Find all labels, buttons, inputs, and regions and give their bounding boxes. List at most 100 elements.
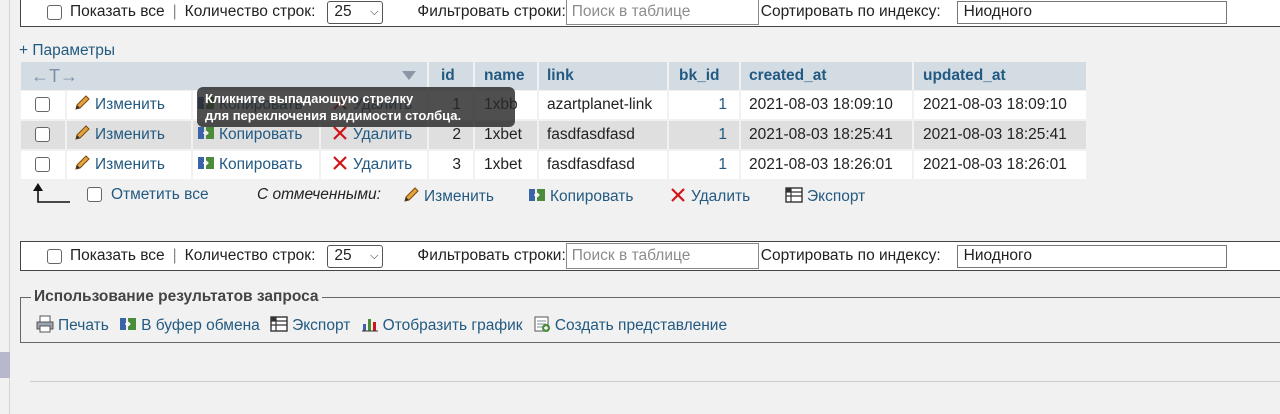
with-selected-label: С отмеченными:	[257, 186, 381, 203]
display-chart-button[interactable]: Отобразить график	[361, 317, 527, 334]
rows-count-select[interactable]: 25 ⌵	[327, 244, 384, 268]
cell-name: 1xbet	[475, 151, 537, 179]
separator: |	[172, 3, 177, 20]
row-checkbox[interactable]	[35, 97, 50, 112]
query-results-operations: Использование результатов запроса Печать…	[20, 288, 1280, 343]
rows-count-label: Количество строк:	[184, 3, 316, 20]
copy-label: Копировать	[219, 126, 303, 143]
pencil-icon	[75, 125, 90, 140]
pencil-icon	[75, 155, 90, 170]
cell-created-at: 2021-08-03 18:09:10	[741, 91, 912, 119]
delete-x-icon	[333, 156, 347, 170]
edit-row-button[interactable]: Изменить	[67, 91, 191, 119]
left-panel-resize-handle[interactable]	[0, 352, 10, 378]
column-header-name[interactable]: name	[475, 62, 537, 90]
bottom-navigation-bar: Показать все | Количество строк: 25 ⌵ Фи…	[20, 241, 1280, 271]
copy-row-button[interactable]: Копировать	[193, 151, 319, 179]
cell-updated-at: 2021-08-03 18:09:10	[914, 91, 1086, 119]
rows-count-select[interactable]: 25 ⌵	[327, 0, 384, 24]
bulk-edit-label: Изменить	[424, 188, 494, 205]
cell-link: fasdfasdfasd	[539, 121, 667, 149]
bulk-delete-button[interactable]: Удалить	[669, 186, 750, 206]
clipboard-label: В буфер обмена	[141, 317, 260, 334]
rows-count-value: 25	[334, 3, 352, 20]
sort-by-index-select[interactable]: Ниодного	[956, 244, 1227, 268]
edit-label: Изменить	[95, 96, 165, 113]
bulk-actions-bar: Отметить все С отмеченными: Изменить Коп…	[20, 182, 920, 208]
cell-updated-at: 2021-08-03 18:26:01	[914, 151, 1086, 179]
copy-icon	[529, 189, 545, 201]
filter-search-input[interactable]: Поиск в таблице	[565, 0, 759, 25]
cell-link: fasdfasdfasd	[539, 151, 667, 179]
cell-created-at: 2021-08-03 18:26:01	[741, 151, 912, 179]
show-all-checkbox[interactable]	[47, 248, 62, 264]
parameters-toggle-link[interactable]: + Параметры	[19, 42, 115, 60]
top-navigation-bar: Показать все | Количество строк: 25 ⌵ Фи…	[20, 0, 1280, 27]
bulk-edit-button[interactable]: Изменить	[402, 186, 494, 206]
tooltip-line-2: для переключения видимости столбца.	[205, 108, 462, 123]
arrow-up-corner-icon	[33, 183, 70, 203]
sort-by-index-label: Сортировать по индексу:	[760, 247, 941, 264]
query-results-actions: Печать В буфер обмена Экспорт Отобразить…	[36, 315, 733, 335]
rows-count-value: 25	[334, 247, 352, 264]
cell-bk-id[interactable]: 1	[669, 121, 739, 149]
edit-label: Изменить	[95, 126, 165, 143]
column-visibility-dropdown-icon[interactable]	[402, 71, 416, 81]
show-all-label: Показать все	[70, 3, 165, 20]
display-chart-label: Отобразить график	[382, 317, 523, 334]
edit-label: Изменить	[95, 156, 165, 173]
cell-link: azartplanet-link	[539, 91, 667, 119]
clipboard-button[interactable]: В буфер обмена	[119, 317, 264, 334]
divider	[30, 381, 1280, 382]
print-button[interactable]: Печать	[36, 315, 113, 334]
query-results-legend: Использование результатов запроса	[31, 288, 322, 306]
row-checkbox[interactable]	[35, 157, 50, 172]
copy-icon	[198, 157, 214, 169]
sort-index-value: Ниодного	[963, 247, 1032, 264]
tooltip-line-1: Кликните выпадающую стрелку	[205, 91, 414, 106]
create-view-button[interactable]: Создать представление	[533, 316, 728, 334]
bulk-delete-label: Удалить	[691, 188, 751, 205]
create-view-label: Создать представление	[554, 317, 728, 334]
sort-by-index-label: Сортировать по индексу:	[760, 3, 941, 20]
create-view-icon	[534, 316, 550, 332]
table-row: Изменить Копировать Удалить 2 1xbet fasd…	[21, 121, 1086, 149]
copy-label: Копировать	[219, 156, 303, 173]
bulk-copy-label: Копировать	[550, 188, 634, 205]
check-all-checkbox[interactable]	[87, 187, 102, 202]
export-button[interactable]: Экспорт	[270, 316, 355, 334]
table-row: Изменить Копировать Удалить 3 1xbet fasd…	[21, 151, 1086, 179]
delete-row-button[interactable]: Удалить	[321, 151, 427, 179]
chevron-down-icon: ⌵	[370, 249, 379, 262]
column-resize-arrows-icon[interactable]: ←T→	[31, 62, 78, 90]
row-checkbox[interactable]	[35, 127, 50, 142]
filter-rows-label: Фильтровать строки:	[417, 247, 566, 264]
edit-row-button[interactable]: Изменить	[67, 151, 191, 179]
cell-id: 3	[429, 151, 473, 179]
filter-search-input[interactable]: Поиск в таблице	[565, 243, 759, 269]
bulk-export-button[interactable]: Экспорт	[785, 186, 865, 206]
check-all-link[interactable]: Отметить все	[111, 186, 209, 204]
cell-bk-id[interactable]: 1	[669, 91, 739, 119]
delete-x-icon	[671, 188, 685, 202]
cell-updated-at: 2021-08-03 18:25:41	[914, 121, 1086, 149]
export-table-icon	[270, 316, 288, 332]
separator: |	[172, 247, 177, 264]
column-header-created-at[interactable]: created_at	[741, 62, 912, 90]
cell-bk-id[interactable]: 1	[669, 151, 739, 179]
export-table-icon	[785, 187, 803, 203]
export-label: Экспорт	[292, 317, 351, 334]
printer-icon	[36, 315, 54, 333]
rows-count-label: Количество строк:	[184, 247, 316, 264]
edit-row-button[interactable]: Изменить	[67, 121, 191, 149]
column-header-id[interactable]: id	[429, 62, 473, 90]
column-header-bk-id[interactable]: bk_id	[669, 62, 739, 90]
column-header-updated-at[interactable]: updated_at	[914, 62, 1086, 90]
sort-by-index-select[interactable]: Ниодного	[956, 0, 1227, 24]
show-all-checkbox[interactable]	[47, 4, 62, 20]
pencil-icon	[75, 95, 90, 110]
bulk-copy-button[interactable]: Копировать	[528, 186, 633, 206]
sort-index-value: Ниодного	[963, 3, 1032, 20]
bar-chart-icon	[361, 319, 378, 332]
column-header-link[interactable]: link	[539, 62, 667, 90]
